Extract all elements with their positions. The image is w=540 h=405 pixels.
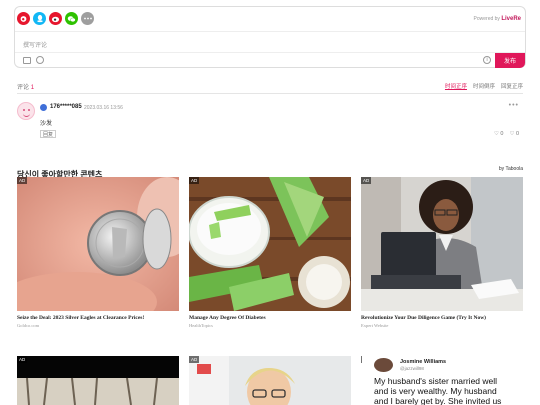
tweet-author-handle: @jazzwill98 bbox=[400, 366, 424, 371]
sort-time-desc[interactable]: 时间倒序 bbox=[473, 82, 495, 90]
recommendation-card[interactable]: AD Seize the Deal: 2023 Silver Eagles at… bbox=[17, 177, 179, 328]
card-title[interactable]: Manage Any Degree Of Diabetes bbox=[189, 315, 351, 321]
card-source: Goldco.com bbox=[17, 323, 40, 328]
platform-badge-icon bbox=[40, 104, 47, 111]
qq-icon[interactable] bbox=[33, 12, 46, 25]
comments-header: 评论 1 时间正序 时间倒序 回复正序 bbox=[17, 82, 523, 92]
broken-heart-icon: ♡ bbox=[509, 131, 515, 137]
publish-button[interactable]: 发布 bbox=[495, 53, 525, 68]
ad-badge: AD bbox=[189, 177, 200, 184]
card-title[interactable]: Revolutionize Your Due Diligence Game (T… bbox=[361, 315, 523, 321]
comment-widget: Powered by LiveRe 撰写评论 i 发布 bbox=[14, 6, 526, 68]
recommendation-card[interactable]: AD Manage Any Degree Of Diabetes HealthT… bbox=[189, 177, 351, 328]
comment-input-placeholder: 撰写评论 bbox=[23, 43, 48, 49]
like-count: 0 bbox=[500, 131, 504, 137]
recommendation-card[interactable]: AD bbox=[17, 356, 179, 405]
weibo-alt-icon[interactable] bbox=[49, 12, 62, 25]
ad-badge: AD bbox=[17, 356, 28, 363]
taboola-attribution[interactable]: by Taboola bbox=[499, 166, 523, 172]
card-image-office[interactable]: AD bbox=[361, 177, 523, 311]
dislike-count: 0 bbox=[515, 131, 519, 137]
tweet-line: and is very wealthy. My husband bbox=[374, 386, 497, 396]
comment-text: 沙发 bbox=[40, 121, 53, 127]
card-source: HealthTopics bbox=[189, 323, 213, 328]
dislike-button[interactable]: ♡ 0 bbox=[509, 131, 519, 137]
ad-badge: AD bbox=[17, 177, 28, 184]
heart-icon: ♡ bbox=[493, 131, 499, 137]
card-image-aloe[interactable]: AD bbox=[189, 177, 351, 311]
powered-by[interactable]: Powered by LiveRe bbox=[474, 16, 521, 22]
tweet-line: and I barely get by. She invited us bbox=[374, 396, 502, 405]
tweet-card[interactable]: Josmine Williams @jazzwill98 My husband'… bbox=[362, 356, 532, 405]
tweet-line: My husband's sister married well bbox=[374, 376, 498, 386]
info-icon[interactable]: i bbox=[483, 56, 491, 64]
ad-badge: AD bbox=[361, 177, 372, 184]
recommendation-card[interactable]: AD bbox=[189, 356, 351, 405]
comments-label: 评论 bbox=[17, 85, 30, 91]
tweet-avatar bbox=[374, 358, 393, 372]
tweet-author-name: Josmine Williams bbox=[400, 359, 447, 365]
recommendations-header: 당신이 좋아할만한 콘텐츠 by Taboola bbox=[17, 164, 523, 179]
tweet-text: My husband's sister married well and is … bbox=[374, 376, 534, 405]
image-upload-icon[interactable] bbox=[23, 57, 31, 64]
comment-votes: ♡ 0 ♡ 0 bbox=[494, 131, 519, 137]
comments-count: 1 bbox=[30, 85, 35, 91]
comment-username[interactable]: 176*****085 bbox=[50, 104, 82, 110]
emoji-icon[interactable] bbox=[36, 56, 44, 64]
livere-logo: LiveRe bbox=[501, 16, 521, 22]
ad-badge: AD bbox=[189, 356, 200, 363]
divider bbox=[17, 93, 523, 94]
sort-options: 时间正序 时间倒序 回复正序 bbox=[445, 82, 523, 90]
sort-reply-asc[interactable]: 回复正序 bbox=[501, 82, 523, 90]
avatar[interactable] bbox=[17, 102, 35, 120]
more-icon[interactable] bbox=[81, 12, 94, 25]
social-share-bar bbox=[17, 12, 94, 25]
editor-toolbar: i 发布 bbox=[15, 53, 525, 68]
card-image-coins[interactable]: AD bbox=[17, 177, 179, 311]
wechat-icon[interactable] bbox=[65, 12, 78, 25]
comment-item: 176*****085 2023.03.16 13:56 ••• 沙发 回复 ♡… bbox=[17, 101, 523, 143]
like-button[interactable]: ♡ 0 bbox=[494, 131, 504, 137]
weibo-icon[interactable] bbox=[17, 12, 30, 25]
powered-prefix: Powered by bbox=[473, 16, 500, 22]
reply-button[interactable]: 回复 bbox=[40, 130, 56, 138]
sort-time-asc[interactable]: 时间正序 bbox=[445, 82, 467, 90]
more-options-icon[interactable]: ••• bbox=[509, 102, 519, 109]
recommendation-card[interactable]: AD Revolutionize Your Due Diligence Game… bbox=[361, 177, 523, 328]
card-title[interactable]: Seize the Deal: 2023 Silver Eagles at Cl… bbox=[17, 315, 179, 321]
comment-date: 2023.03.16 13:56 bbox=[84, 105, 123, 111]
comment-input[interactable]: 撰写评论 bbox=[15, 31, 525, 53]
card-source: Expert Website bbox=[361, 323, 389, 328]
